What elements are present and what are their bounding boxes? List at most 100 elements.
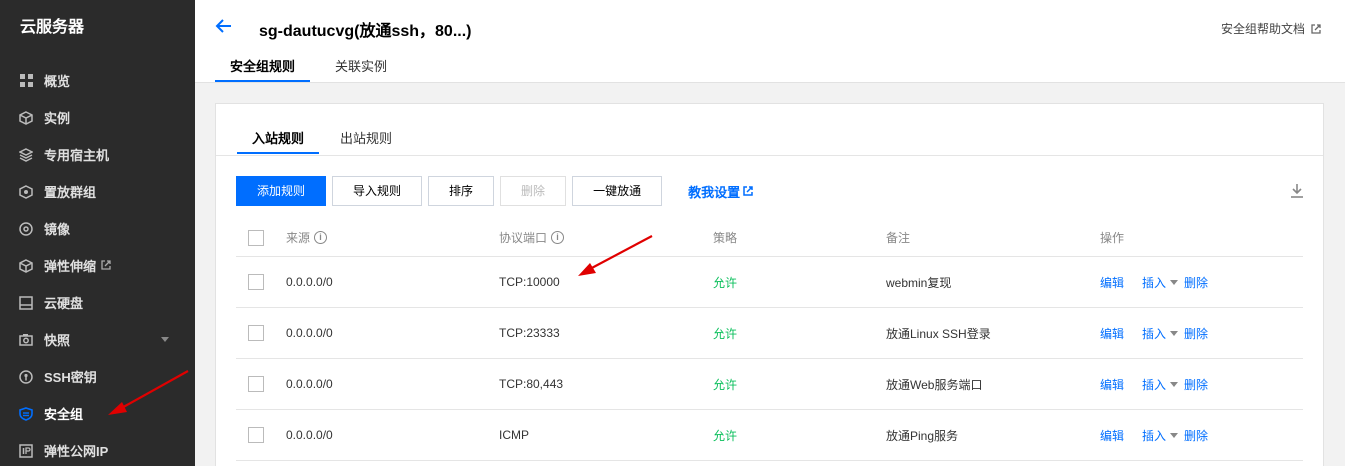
column-header-actions: 操作: [1100, 231, 1125, 245]
chevron-down-icon[interactable]: [161, 337, 169, 342]
sidebar-item-images[interactable]: 镜像: [0, 210, 195, 247]
sidebar-item-security-group[interactable]: 安全组: [0, 395, 195, 432]
layers-icon: [19, 147, 33, 162]
download-icon[interactable]: [1291, 184, 1303, 198]
sidebar-item-dedicated-host[interactable]: 专用宿主机: [0, 136, 195, 173]
tab-outbound-rules[interactable]: 出站规则: [325, 131, 407, 154]
table-row: 0.0.0.0/0 TCP:23333 允许 放通Linux SSH登录 编辑 …: [236, 308, 1303, 359]
sidebar-item-ssh-keys[interactable]: SSH密钥: [0, 358, 195, 395]
cell-source: 0.0.0.0/0: [286, 377, 333, 391]
cell-protocol: TCP:80,443: [499, 377, 564, 391]
delete-link[interactable]: 删除: [1184, 325, 1208, 342]
key-icon: [19, 369, 33, 384]
insert-link[interactable]: 插入: [1142, 427, 1166, 444]
sidebar-item-label: 弹性伸缩: [44, 259, 97, 274]
tab-security-group-rules[interactable]: 安全组规则: [215, 58, 311, 82]
camera-icon: [19, 333, 33, 347]
select-all-checkbox[interactable]: [248, 229, 264, 246]
cell-actions: 编辑 插入 删除: [1100, 257, 1208, 307]
delete-link[interactable]: 删除: [1184, 427, 1208, 444]
row-checkbox[interactable]: [248, 376, 264, 392]
sidebar-title: 云服务器: [20, 19, 85, 36]
sidebar-item-snapshots[interactable]: 快照: [0, 321, 195, 358]
back-arrow-icon[interactable]: [215, 17, 233, 35]
delete-link[interactable]: 删除: [1184, 274, 1208, 291]
sidebar-item-label: 概览: [44, 74, 71, 89]
cell-remark: webmin复现: [886, 275, 952, 290]
cell-actions: 编辑 插入 删除: [1100, 410, 1208, 460]
teach-me-link[interactable]: 教我设置: [688, 182, 753, 201]
cell-protocol: TCP:10000: [499, 275, 560, 289]
teach-me-label: 教我设置: [688, 184, 741, 200]
sidebar-item-eip[interactable]: 弹性公网IP: [0, 432, 195, 466]
table-row: 0.0.0.0/0 TCP:80,443 允许 放通Web服务端口 编辑 插入 …: [236, 359, 1303, 410]
sidebar-item-label: 云硬盘: [44, 296, 84, 311]
disk-icon: [19, 295, 33, 310]
sidebar-item-label: SSH密钥: [44, 370, 97, 385]
cell-protocol: TCP:23333: [499, 326, 560, 340]
table-row: 0.0.0.0/0 TCP:10000 允许 webmin复现 编辑 插入 删除: [236, 257, 1303, 308]
cell-source: 0.0.0.0/0: [286, 275, 333, 289]
row-checkbox[interactable]: [248, 325, 264, 341]
external-link-icon: [1311, 23, 1321, 34]
sidebar-item-label: 置放群组: [44, 185, 97, 200]
insert-link[interactable]: 插入: [1142, 325, 1166, 342]
sidebar-item-label: 专用宿主机: [44, 148, 110, 163]
dropdown-caret-icon[interactable]: [1170, 432, 1179, 438]
sidebar-item-instances[interactable]: 实例: [0, 99, 195, 136]
external-link-icon: [101, 258, 111, 273]
edit-link[interactable]: 编辑: [1100, 325, 1124, 342]
sidebar-item-label: 快照: [44, 333, 71, 348]
cell-actions: 编辑 插入 删除: [1100, 308, 1208, 358]
column-header-protocol: 协议端口: [499, 231, 548, 245]
sidebar-item-placement-group[interactable]: 置放群组: [0, 173, 195, 210]
sidebar-item-label: 实例: [44, 111, 71, 126]
edit-link[interactable]: 编辑: [1100, 427, 1124, 444]
edit-link[interactable]: 编辑: [1100, 274, 1124, 291]
sidebar-item-label: 弹性公网IP: [44, 444, 109, 459]
row-checkbox[interactable]: [248, 427, 264, 443]
cell-protocol: ICMP: [499, 428, 529, 442]
info-icon[interactable]: i: [551, 231, 565, 244]
edit-link[interactable]: 编辑: [1100, 376, 1124, 393]
info-icon[interactable]: i: [314, 231, 328, 244]
dropdown-caret-icon[interactable]: [1170, 381, 1179, 387]
sidebar-item-auto-scaling[interactable]: 弹性伸缩: [0, 247, 195, 284]
cell-policy: 允许: [713, 275, 738, 290]
delete-link[interactable]: 删除: [1184, 376, 1208, 393]
sort-button[interactable]: 排序: [428, 176, 495, 206]
sidebar-item-label: 安全组: [44, 407, 84, 422]
row-checkbox[interactable]: [248, 274, 264, 290]
disc-icon: [19, 221, 33, 236]
dropdown-caret-icon[interactable]: [1170, 279, 1179, 285]
insert-link[interactable]: 插入: [1142, 274, 1166, 291]
cell-remark: 放通Linux SSH登录: [886, 326, 991, 341]
insert-link[interactable]: 插入: [1142, 376, 1166, 393]
shield-icon: [19, 406, 33, 421]
help-doc-link[interactable]: 安全组帮助文档: [1221, 20, 1321, 37]
sidebar-item-cloud-disk[interactable]: 云硬盘: [0, 284, 195, 321]
scrollbar[interactable]: [1345, 0, 1357, 466]
help-doc-label: 安全组帮助文档: [1220, 22, 1305, 36]
cell-policy: 允许: [713, 326, 738, 341]
table-header-row: 来源 i 协议端口 i 策略 备注 操作: [236, 219, 1303, 257]
delete-button[interactable]: 删除: [500, 176, 567, 206]
cell-actions: 编辑 插入 删除: [1100, 359, 1208, 409]
table-row: 0.0.0.0/0 ICMP 允许 放通Ping服务 编辑 插入 删除: [236, 410, 1303, 461]
cube-icon: [19, 110, 33, 125]
scale-icon: [19, 258, 33, 273]
cell-policy: 允许: [713, 377, 738, 392]
grid-icon: [19, 74, 33, 88]
add-rule-button[interactable]: 添加规则: [236, 176, 327, 206]
one-click-allow-button[interactable]: 一键放通: [572, 176, 663, 206]
page-title: sg-dautucvg(放通ssh，80...): [259, 23, 472, 40]
import-rules-button[interactable]: 导入规则: [332, 176, 423, 206]
dropdown-caret-icon[interactable]: [1170, 330, 1179, 336]
divider: [216, 155, 1323, 156]
column-header-source: 来源: [286, 231, 311, 245]
rules-table: 来源 i 协议端口 i 策略 备注 操作 0.0.0.0/0 TCP:10000 允…: [236, 219, 1303, 461]
external-link-icon: [743, 186, 753, 196]
sidebar-item-overview[interactable]: 概览: [0, 62, 195, 99]
tab-associated-instances[interactable]: 关联实例: [320, 58, 402, 82]
tab-inbound-rules[interactable]: 入站规则: [237, 131, 320, 154]
